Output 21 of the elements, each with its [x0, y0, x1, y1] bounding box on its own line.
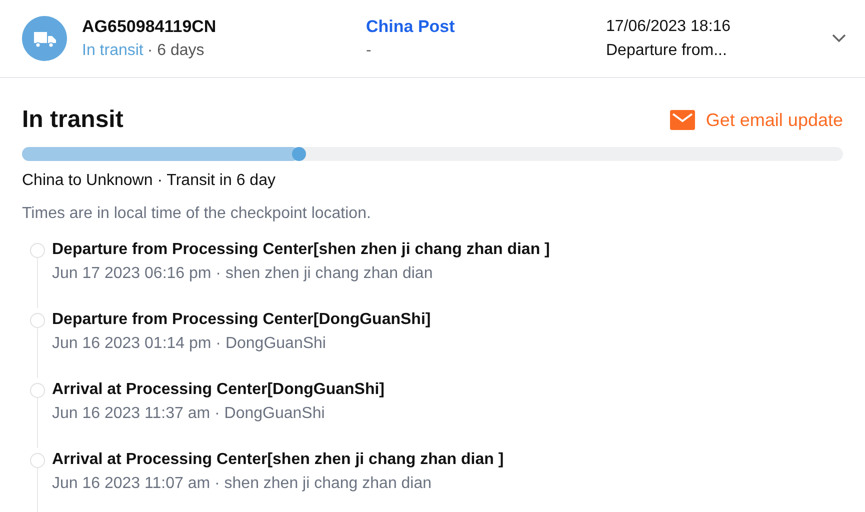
event-title: Departure from Processing Center[shen zhen ji chang zhan dian ] — [52, 240, 550, 260]
event-detail: Jun 16 2023 01:14 pm · DongGuanShi — [52, 334, 327, 354]
route-text: China to Unknown · Transit in 6 day — [22, 171, 276, 191]
carrier-link[interactable]: China Post — [366, 14, 606, 38]
event-detail: Jun 17 2023 06:16 pm · shen zhen ji chang zhan dian — [52, 264, 434, 284]
event-detail: Jun 16 2023 11:37 am · DongGuanShi — [52, 404, 326, 424]
latest-time: 17/06/2023 18:16 — [606, 16, 732, 36]
event-title: Departure from Processing Center[DongGuanShi] — [52, 310, 431, 330]
event-title: Arrival at Processing Center[shen zhen ji chang zhan dian ] — [52, 450, 504, 470]
status-text: In transit — [82, 40, 144, 60]
truck-icon — [22, 16, 67, 61]
event-detail: Jun 16 2023 11:07 am · shen zhen ji chang zhan dian — [52, 474, 433, 494]
latest-event: Departure from... — [606, 40, 728, 60]
carrier-detail: - — [366, 40, 372, 60]
envelope-icon — [670, 110, 695, 130]
tracking-number: AG650984119CN — [82, 16, 218, 38]
duration-text: · 6 days — [147, 40, 204, 60]
timezone-note: Times are in local time of the checkpoint location. — [22, 204, 372, 224]
event-title: Arrival at Processing Center[DongGuanShi] — [52, 380, 385, 400]
section-title: In transit — [22, 105, 124, 135]
email-update-button[interactable]: Get email update — [670, 106, 843, 134]
